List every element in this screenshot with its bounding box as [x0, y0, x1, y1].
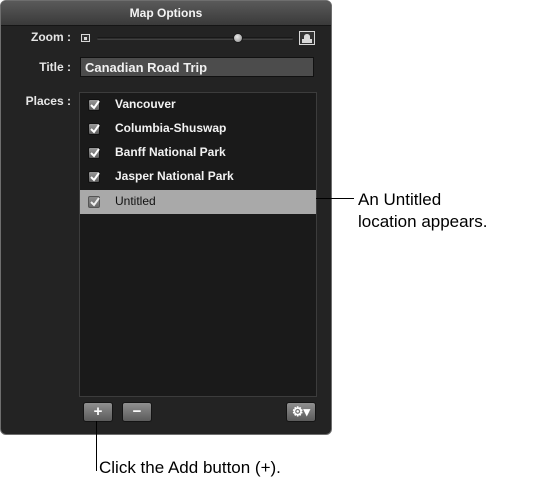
callout-untitled: An Untitled location appears. — [358, 189, 487, 233]
places-list[interactable]: Vancouver Columbia-Shuswap Banff Nationa… — [79, 92, 317, 397]
zoom-out-icon — [81, 34, 90, 42]
zoom-slider-knob[interactable] — [233, 33, 244, 43]
title-input[interactable] — [80, 57, 314, 77]
places-label: Places : — [25, 94, 71, 108]
checkbox[interactable] — [88, 147, 100, 159]
callout-line — [316, 198, 354, 199]
list-item-label: Vancouver — [115, 97, 176, 111]
list-item-label: Columbia-Shuswap — [115, 121, 227, 135]
list-item[interactable]: Jasper National Park — [80, 165, 316, 189]
list-item-selected[interactable]: Untitled — [80, 190, 316, 214]
checkbox[interactable] — [88, 196, 100, 208]
checkbox[interactable] — [88, 123, 100, 135]
callout-untitled-line2: location appears. — [358, 212, 488, 231]
checkmark-icon — [90, 100, 100, 110]
list-item-label: Banff National Park — [115, 145, 226, 159]
zoom-in-icon — [299, 31, 315, 45]
callout-untitled-line1: An Untitled — [358, 190, 442, 209]
panel-title: Map Options — [1, 1, 331, 26]
checkmark-icon — [90, 124, 100, 134]
list-item-label: Untitled — [115, 194, 156, 208]
zoom-label: Zoom : — [31, 30, 71, 44]
callout-add: Click the Add button (+). — [99, 458, 281, 477]
list-item[interactable]: Vancouver — [80, 93, 316, 117]
remove-button[interactable]: − — [122, 402, 152, 422]
action-gear-button[interactable]: ⚙▾ — [286, 402, 316, 422]
callout-line — [96, 421, 97, 471]
list-item[interactable]: Banff National Park — [80, 141, 316, 165]
checkbox[interactable] — [88, 99, 100, 111]
checkmark-icon — [90, 172, 100, 182]
checkmark-icon — [90, 197, 100, 207]
list-item-label: Jasper National Park — [115, 169, 234, 183]
zoom-slider[interactable] — [97, 33, 293, 43]
map-options-panel: Map Options Zoom : Title : Places : Vanc… — [0, 0, 332, 435]
checkmark-icon — [90, 148, 100, 158]
title-label: Title : — [39, 60, 71, 74]
add-button[interactable]: + — [83, 402, 113, 422]
checkbox[interactable] — [88, 171, 100, 183]
list-item[interactable]: Columbia-Shuswap — [80, 117, 316, 141]
